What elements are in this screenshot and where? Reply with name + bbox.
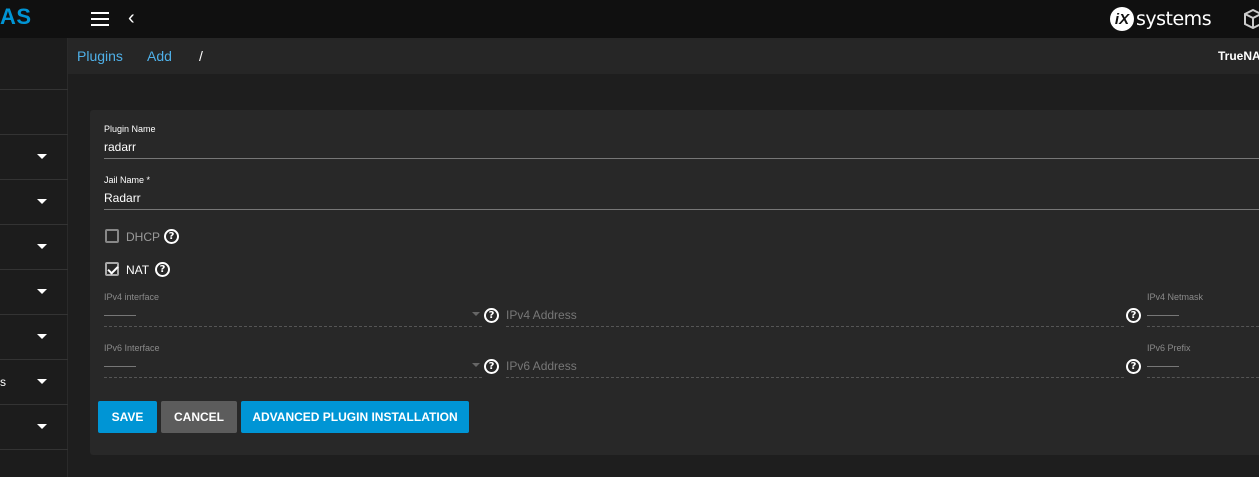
plugin-name-label: Plugin Name bbox=[104, 124, 156, 134]
sidebar-item-8[interactable] bbox=[0, 405, 68, 450]
ipv4-address-input[interactable]: IPv4 Address bbox=[506, 308, 577, 322]
ipv4-netmask-select[interactable] bbox=[1147, 326, 1259, 327]
help-icon[interactable]: ? bbox=[1126, 308, 1141, 323]
sidebar: s bbox=[0, 38, 68, 477]
chevron-down-icon bbox=[472, 363, 480, 367]
ipv4-address-underline bbox=[506, 326, 1124, 327]
plugin-name-input[interactable]: radarr bbox=[104, 140, 136, 154]
chevron-down-icon bbox=[37, 424, 47, 429]
menu-toggle-icon[interactable] bbox=[91, 12, 109, 26]
ipv4-netmask-value bbox=[1147, 315, 1179, 316]
ipv6-prefix-select[interactable] bbox=[1147, 377, 1259, 378]
sidebar-item-2[interactable] bbox=[0, 135, 68, 180]
chevron-down-icon bbox=[37, 154, 47, 159]
ipv4-interface-value bbox=[104, 315, 136, 316]
nat-label: NAT bbox=[126, 263, 150, 277]
jail-name-input[interactable]: Radarr bbox=[104, 191, 141, 205]
ipv6-prefix-label: IPv6 Prefix bbox=[1147, 343, 1191, 353]
help-icon[interactable]: ? bbox=[164, 229, 179, 244]
breadcrumb: Plugins / Add TrueNAS bbox=[68, 38, 1259, 74]
ipv6-interface-select[interactable] bbox=[104, 377, 482, 378]
chevron-down-icon bbox=[37, 334, 47, 339]
ipv6-address-underline bbox=[506, 377, 1124, 378]
breadcrumb-add[interactable]: Add bbox=[147, 48, 172, 64]
save-button[interactable]: SAVE bbox=[98, 401, 157, 433]
ipv6-prefix-value bbox=[1147, 366, 1179, 367]
breadcrumb-plugins[interactable]: Plugins bbox=[77, 48, 123, 64]
help-icon[interactable]: ? bbox=[155, 262, 170, 277]
sidebar-item-3[interactable] bbox=[0, 180, 68, 225]
help-icon[interactable]: ? bbox=[1126, 359, 1141, 374]
sidebar-item-1[interactable] bbox=[0, 90, 68, 135]
jail-name-underline bbox=[104, 209, 1259, 210]
plugin-name-underline bbox=[104, 158, 1259, 159]
dhcp-label: DHCP bbox=[126, 230, 161, 244]
sidebar-item-7[interactable]: s bbox=[0, 360, 68, 405]
help-icon[interactable]: ? bbox=[484, 359, 499, 374]
ipv4-interface-select[interactable] bbox=[104, 326, 482, 327]
chevron-down-icon bbox=[472, 312, 480, 316]
advanced-plugin-installation-button[interactable]: ADVANCED PLUGIN INSTALLATION bbox=[241, 401, 469, 433]
cancel-button[interactable]: CANCEL bbox=[161, 401, 237, 433]
ipv6-address-input[interactable]: IPv6 Address bbox=[506, 359, 577, 373]
chevron-down-icon bbox=[37, 379, 47, 384]
top-toolbar: AS ‹ iX systems bbox=[0, 0, 1259, 38]
jail-name-label: Jail Name * bbox=[104, 175, 151, 185]
hostname: TrueNAS bbox=[1218, 49, 1259, 63]
ixsystems-logo[interactable]: iX systems bbox=[1110, 6, 1212, 32]
dhcp-checkbox[interactable] bbox=[105, 229, 119, 243]
help-icon[interactable]: ? bbox=[484, 308, 499, 323]
sidebar-item-label: s bbox=[0, 375, 6, 389]
ipv6-interface-label: IPv6 Interface bbox=[104, 343, 160, 353]
cube-icon[interactable] bbox=[1244, 9, 1259, 29]
ipv4-netmask-label: IPv4 Netmask bbox=[1147, 292, 1204, 302]
chevron-down-icon bbox=[37, 289, 47, 294]
sidebar-item-0[interactable] bbox=[0, 38, 68, 90]
ipv6-interface-value bbox=[104, 366, 136, 367]
chevron-down-icon bbox=[37, 199, 47, 204]
ipv4-interface-label: IPv4 interface bbox=[104, 292, 160, 302]
truenas-logo[interactable]: AS bbox=[0, 4, 32, 30]
sidebar-item-4[interactable] bbox=[0, 225, 68, 270]
chevron-down-icon bbox=[37, 244, 47, 249]
sidebar-item-6[interactable] bbox=[0, 315, 68, 360]
chevron-left-icon[interactable]: ‹ bbox=[128, 7, 135, 30]
nat-checkbox[interactable] bbox=[105, 262, 119, 276]
sidebar-item-5[interactable] bbox=[0, 270, 68, 315]
breadcrumb-separator: / bbox=[199, 48, 203, 64]
